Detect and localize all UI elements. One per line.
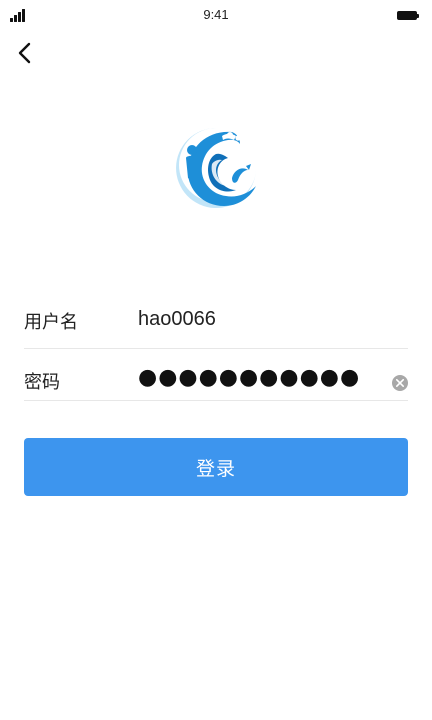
chevron-left-icon bbox=[18, 42, 31, 64]
status-time: 9:41 bbox=[203, 7, 229, 22]
back-button[interactable] bbox=[10, 38, 40, 68]
clear-circle-icon bbox=[396, 379, 404, 387]
username-row: 用户名 bbox=[24, 296, 408, 349]
password-input[interactable]: ●●●●●●●●●●● bbox=[138, 365, 360, 390]
username-input[interactable] bbox=[138, 304, 388, 334]
battery-icon bbox=[397, 11, 419, 20]
password-label: 密码 bbox=[24, 372, 60, 393]
username-label: 用户名 bbox=[24, 312, 78, 333]
app-logo bbox=[172, 124, 260, 212]
wave-logo-icon bbox=[176, 128, 256, 208]
password-row: 密码 ●●●●●●●●●●● bbox=[24, 356, 408, 401]
login-button[interactable]: 登录 bbox=[24, 438, 408, 496]
clear-password-button[interactable] bbox=[392, 375, 408, 391]
status-bar: 9:41 bbox=[0, 0, 432, 28]
